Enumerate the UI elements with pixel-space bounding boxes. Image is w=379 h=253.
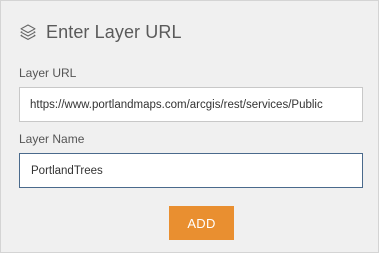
enter-layer-url-panel: Enter Layer URL Layer URL Layer Name ADD — [0, 0, 379, 253]
layer-url-label: Layer URL — [19, 66, 77, 80]
layer-url-input[interactable] — [19, 87, 363, 122]
add-button[interactable]: ADD — [169, 206, 234, 240]
panel-title: Enter Layer URL — [46, 21, 182, 42]
panel-header: Enter Layer URL — [19, 18, 182, 46]
layer-name-label: Layer Name — [19, 132, 85, 146]
layers-icon — [19, 23, 37, 41]
layer-name-input[interactable] — [19, 153, 363, 188]
